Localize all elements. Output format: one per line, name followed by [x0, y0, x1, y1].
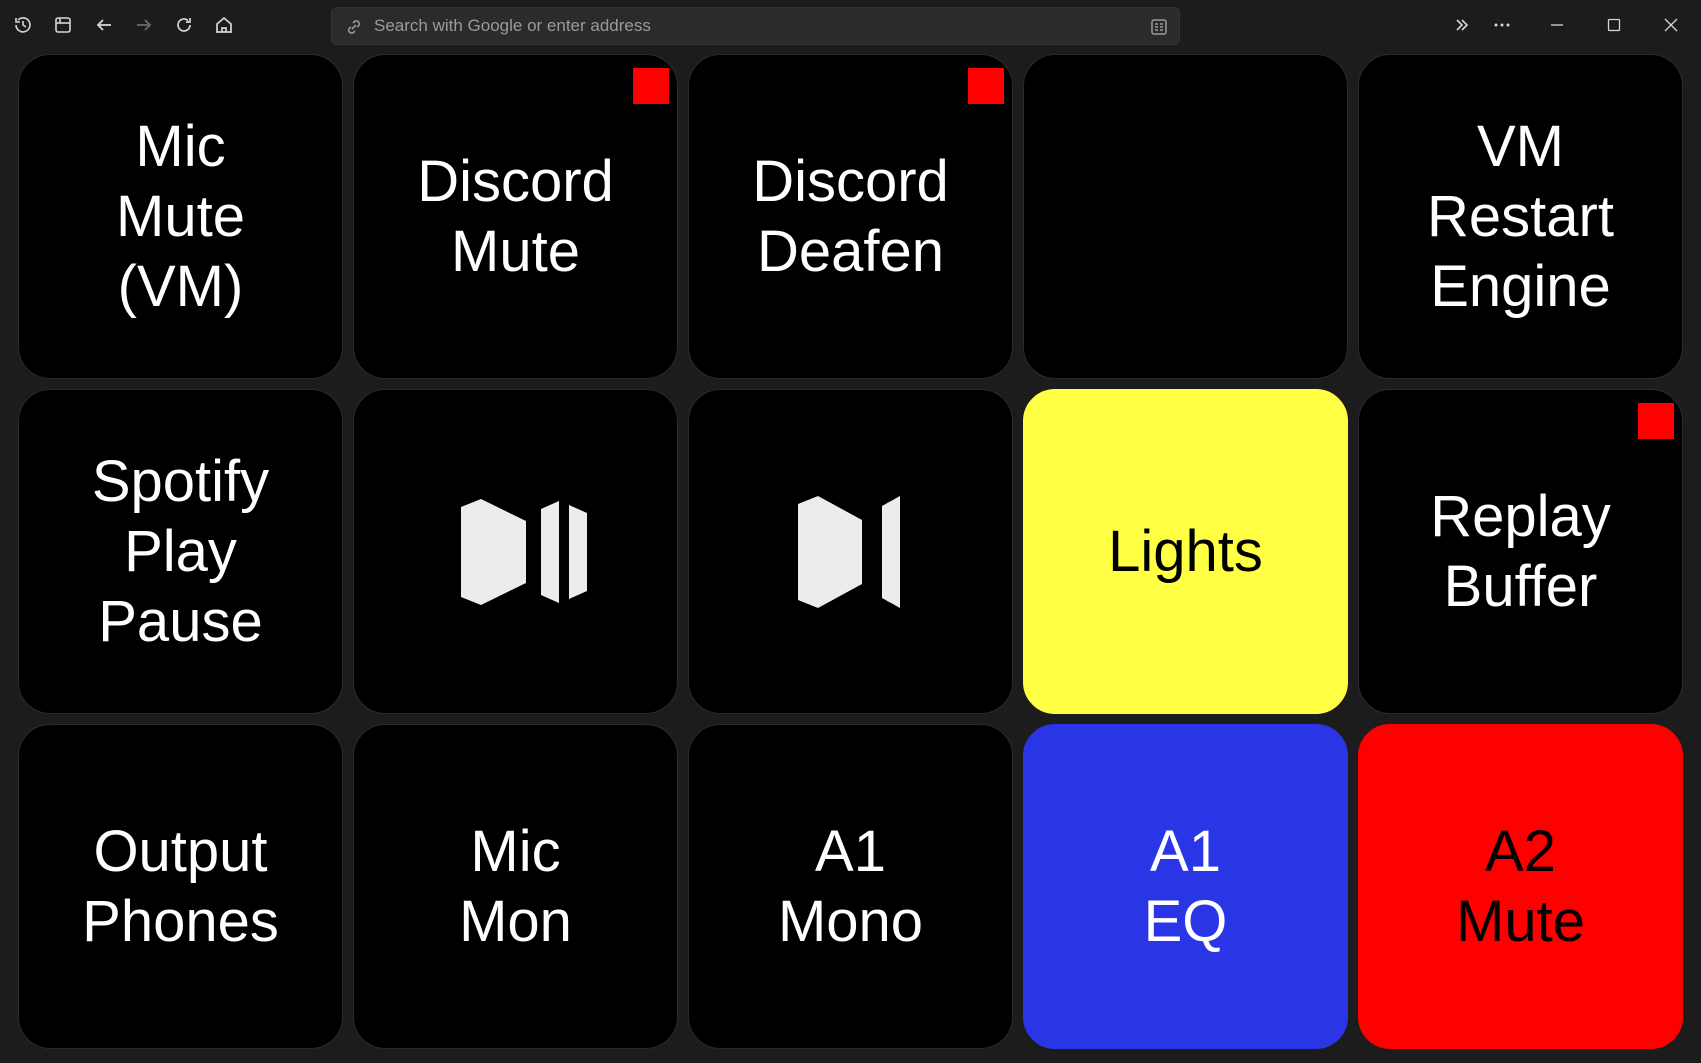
key-a1-eq[interactable]: A1 EQ	[1023, 724, 1348, 1049]
back-icon[interactable]	[88, 9, 120, 41]
close-icon[interactable]	[1655, 9, 1687, 41]
state-indicator	[1638, 403, 1674, 439]
key-label: Discord Deafen	[752, 148, 949, 284]
state-indicator	[968, 68, 1004, 104]
key-label: Replay Buffer	[1430, 483, 1611, 619]
key-play-pause[interactable]	[353, 389, 678, 714]
home-icon[interactable]	[208, 9, 240, 41]
deck-grid: Mic Mute (VM) Discord Mute Discord Deafe…	[18, 54, 1683, 1049]
key-label: Discord Mute	[417, 148, 614, 284]
address-bar[interactable]	[331, 7, 1180, 45]
key-discord-mute[interactable]: Discord Mute	[353, 54, 678, 379]
key-label: VM Restart Engine	[1427, 113, 1614, 319]
key-label: Spotify Play Pause	[91, 448, 270, 654]
key-empty[interactable]	[1023, 54, 1348, 379]
key-mic-mute-vm[interactable]: Mic Mute (VM)	[18, 54, 343, 379]
key-label: Mic Mute (VM)	[116, 113, 245, 319]
key-output-phones[interactable]: Output Phones	[18, 724, 343, 1049]
state-indicator	[633, 68, 669, 104]
key-label: Lights	[1108, 518, 1263, 584]
reader-view-icon[interactable]	[1149, 17, 1169, 37]
key-label: Output Phones	[82, 818, 279, 954]
key-label: A1 Mono	[777, 818, 924, 954]
minimize-icon[interactable]	[1541, 9, 1573, 41]
key-label: A2 Mute	[1456, 818, 1585, 954]
next-track-icon	[766, 492, 936, 612]
reload-icon[interactable]	[168, 9, 200, 41]
key-vm-restart-engine[interactable]: VM Restart Engine	[1358, 54, 1683, 379]
history-icon[interactable]	[7, 9, 39, 41]
key-label: Mic Mon	[459, 818, 572, 954]
overflow-icon[interactable]	[1446, 9, 1478, 41]
play-pause-icon	[431, 497, 601, 607]
forward-icon[interactable]	[128, 9, 160, 41]
key-replay-buffer[interactable]: Replay Buffer	[1358, 389, 1683, 714]
save-icon[interactable]	[47, 9, 79, 41]
key-label: A1 EQ	[1143, 818, 1228, 954]
maximize-icon[interactable]	[1598, 9, 1630, 41]
key-mic-mon[interactable]: Mic Mon	[353, 724, 678, 1049]
browser-titlebar	[0, 0, 1701, 50]
key-a2-mute[interactable]: A2 Mute	[1358, 724, 1683, 1049]
address-input[interactable]	[374, 8, 1114, 44]
key-spotify-play-pause[interactable]: Spotify Play Pause	[18, 389, 343, 714]
key-a1-mono[interactable]: A1 Mono	[688, 724, 1013, 1049]
key-lights[interactable]: Lights	[1023, 389, 1348, 714]
menu-icon[interactable]	[1486, 9, 1518, 41]
site-info-icon[interactable]	[344, 17, 364, 37]
key-discord-deafen[interactable]: Discord Deafen	[688, 54, 1013, 379]
key-next-track[interactable]	[688, 389, 1013, 714]
